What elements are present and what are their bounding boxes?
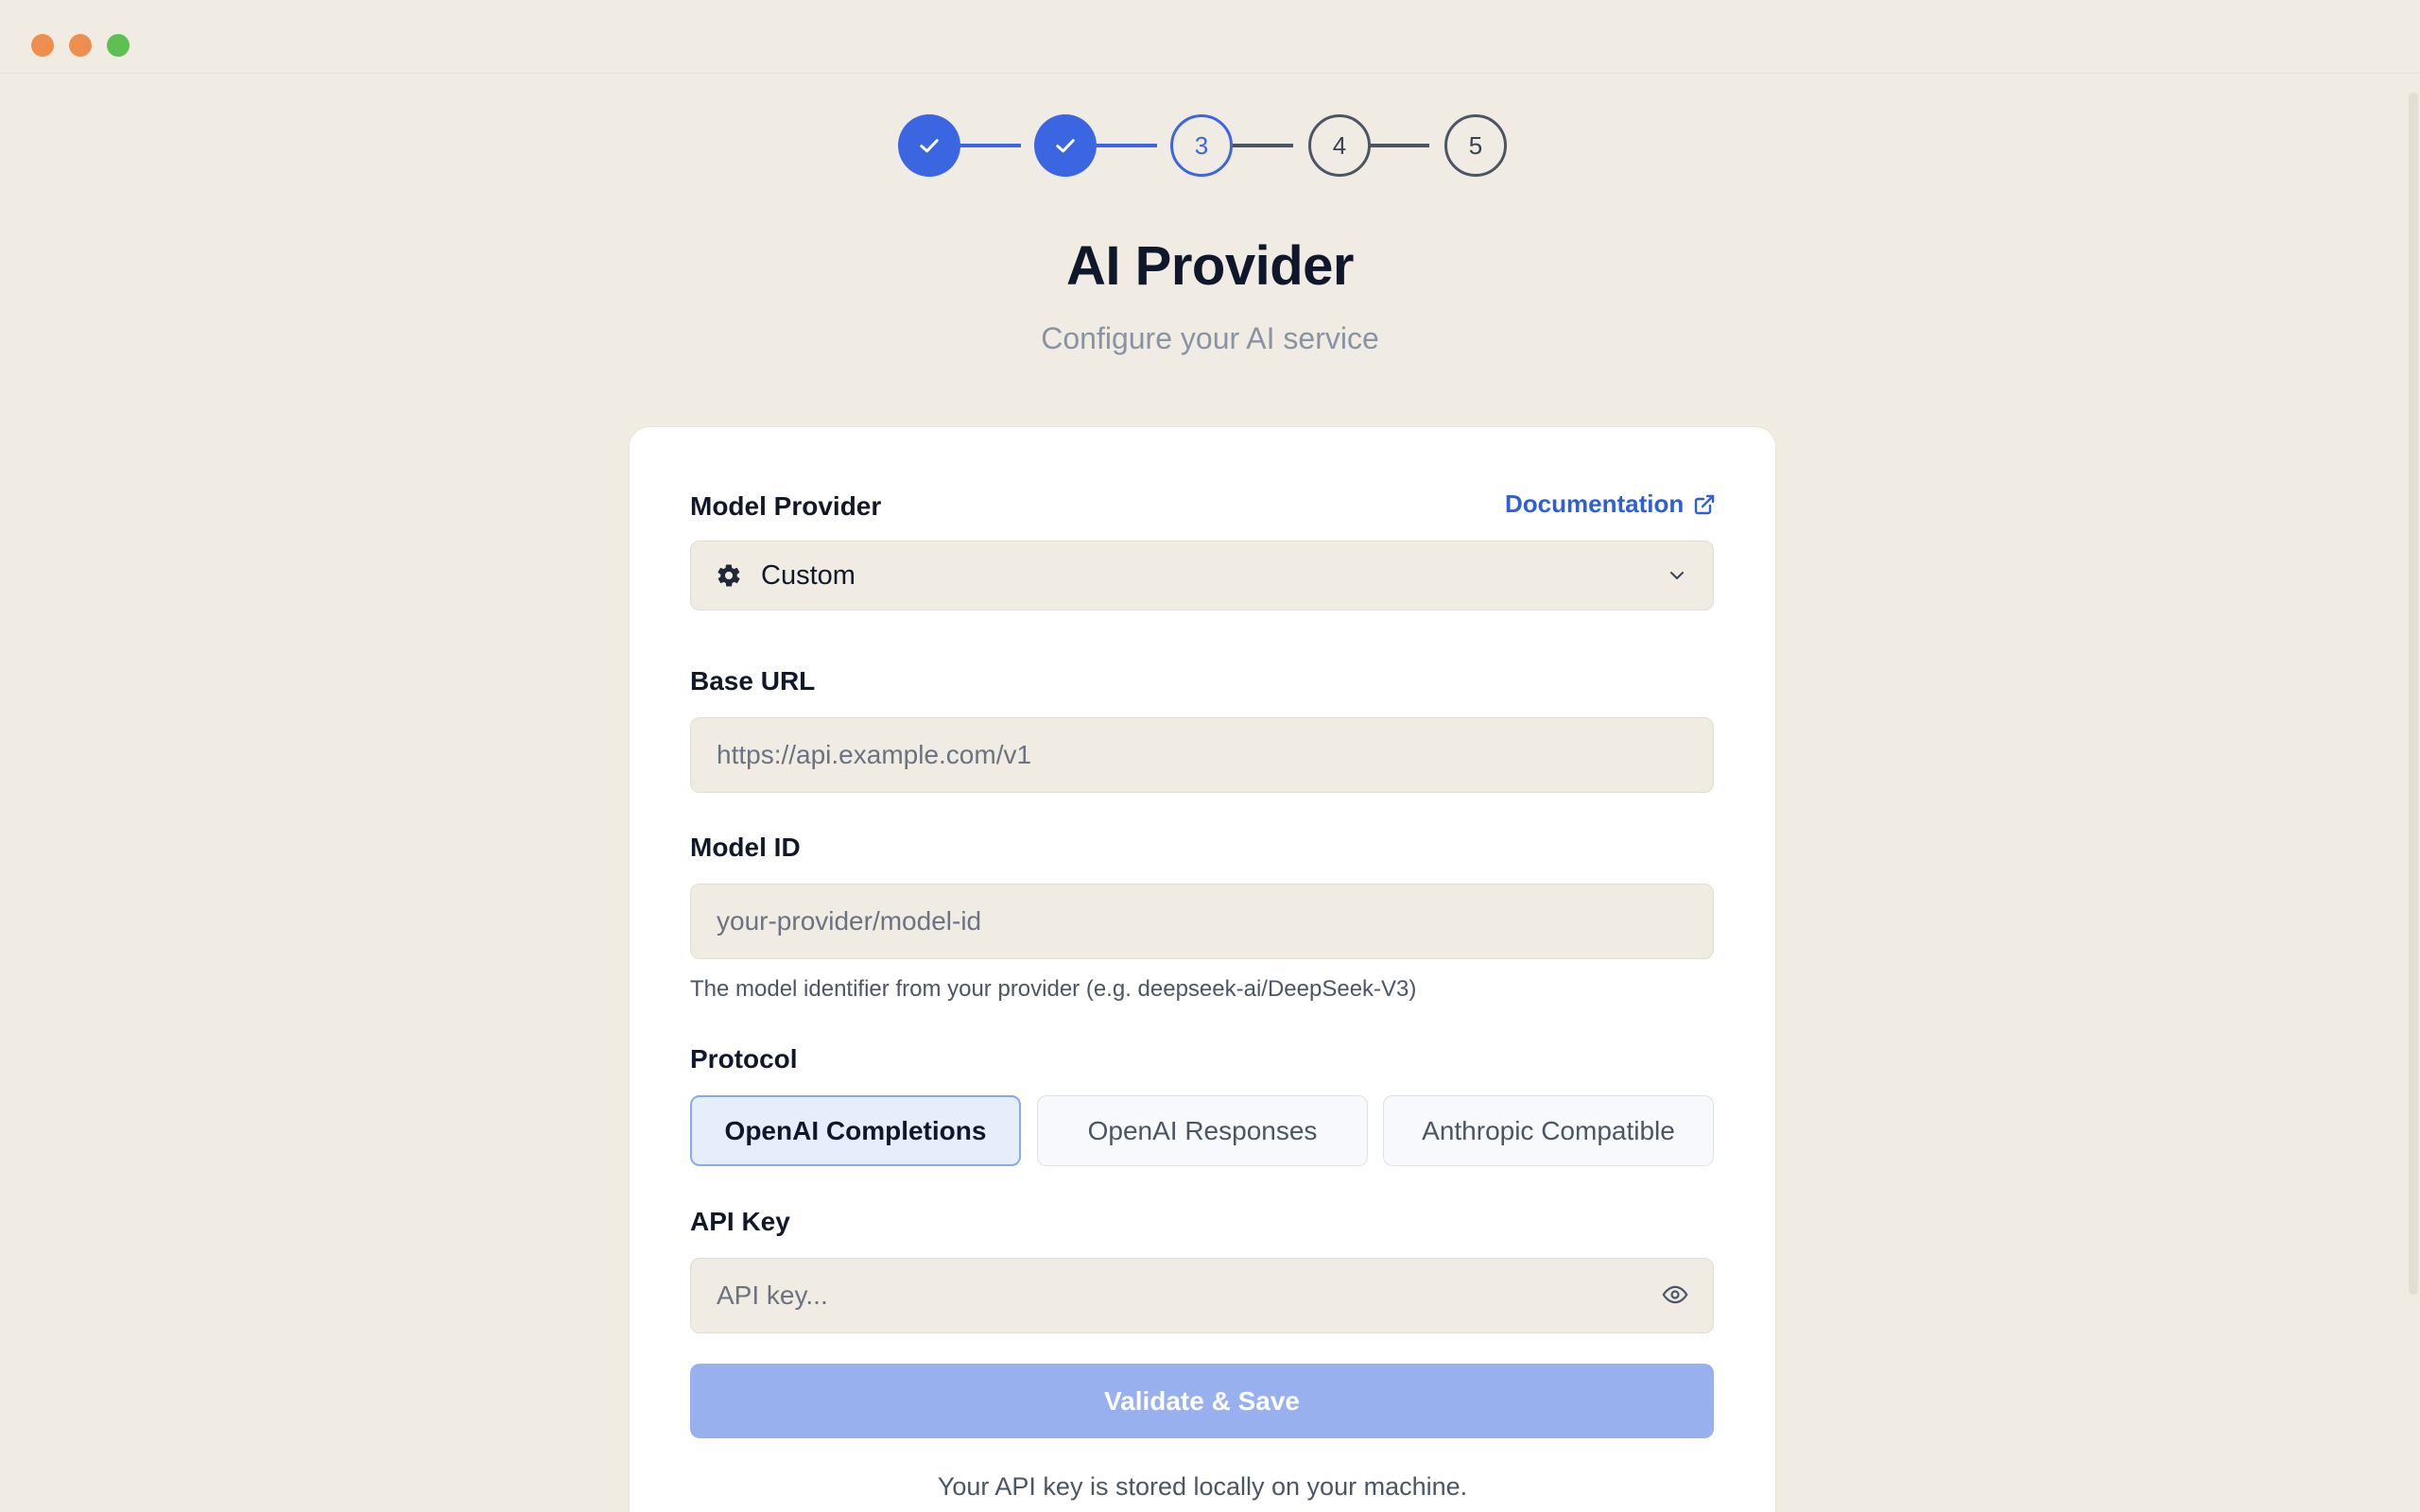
protocol-option-label: Anthropic Compatible [1422, 1115, 1675, 1145]
base-url-label: Base URL [690, 666, 816, 696]
step-connector [1097, 144, 1157, 147]
chevron-down-icon [1670, 572, 1684, 579]
checkmark-icon [1056, 139, 1075, 153]
close-window-button[interactable] [31, 34, 54, 57]
step-connector [1233, 144, 1293, 147]
documentation-link[interactable]: Documentation [1505, 490, 1716, 519]
maximize-window-button[interactable] [107, 34, 130, 57]
step-3-current: 3 [1170, 114, 1233, 177]
api-key-field-container [690, 1258, 1714, 1333]
validate-save-button[interactable]: Validate & Save [690, 1364, 1714, 1438]
documentation-link-label: Documentation [1505, 490, 1685, 518]
model-provider-selected-value: Custom [761, 559, 856, 591]
model-id-label: Model ID [690, 833, 801, 862]
model-id-input[interactable] [715, 884, 1713, 959]
external-link-icon [1695, 494, 1715, 514]
model-provider-select[interactable]: Custom [690, 541, 1714, 610]
model-id-field-container [690, 884, 1714, 959]
checkmark-icon [920, 139, 939, 153]
setup-stepper: 3 4 5 [898, 114, 1507, 177]
model-provider-label: Model Provider [690, 491, 882, 521]
protocol-label: Protocol [690, 1044, 798, 1074]
page-subtitle: Configure your AI service [1041, 321, 1379, 355]
protocol-option-label: OpenAI Responses [1087, 1115, 1318, 1145]
eye-icon[interactable] [1660, 1281, 1690, 1308]
model-id-helper-text: The model identifier from your provider … [690, 976, 1417, 1002]
base-url-input[interactable] [715, 717, 1713, 793]
step-4: 4 [1308, 114, 1371, 177]
step-5: 5 [1444, 114, 1507, 177]
step-connector [1369, 144, 1429, 147]
title-bar [0, 0, 2420, 74]
api-key-input[interactable] [715, 1258, 1626, 1333]
app-window: 3 4 5 AI Provider Configure your AI serv… [0, 0, 2420, 1512]
step-1-complete [898, 114, 960, 177]
protocol-option-label: OpenAI Completions [724, 1115, 987, 1145]
base-url-field-container [690, 717, 1714, 793]
step-connector [960, 144, 1021, 147]
api-key-label: API Key [690, 1207, 790, 1236]
protocol-option-openai-completions[interactable]: OpenAI Completions [690, 1095, 1021, 1166]
api-key-storage-note: Your API key is stored locally on your m… [937, 1472, 1468, 1501]
step-number: 4 [1332, 130, 1347, 160]
gear-icon [717, 564, 740, 587]
step-2-complete [1034, 114, 1097, 177]
protocol-option-openai-responses[interactable]: OpenAI Responses [1037, 1095, 1368, 1166]
protocol-option-anthropic-compatible[interactable]: Anthropic Compatible [1383, 1095, 1714, 1166]
minimize-window-button[interactable] [69, 34, 92, 57]
page-title: AI Provider [1066, 235, 1354, 297]
step-number: 3 [1194, 130, 1209, 160]
step-number: 5 [1468, 130, 1483, 160]
